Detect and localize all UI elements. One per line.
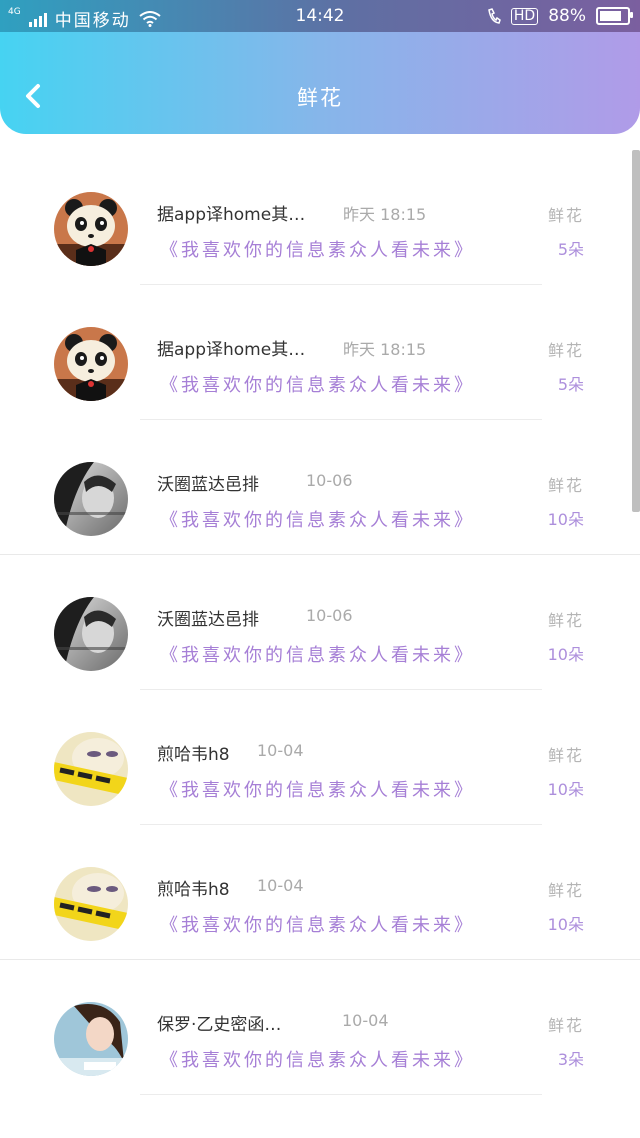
gift-label: 鲜花 <box>547 476 584 495</box>
avatar[interactable] <box>54 1002 128 1076</box>
gift-count: 10朵 <box>547 510 584 529</box>
message-text: 《我喜欢你的信息素众人看未来》 <box>160 510 475 531</box>
timestamp: 10-04 <box>342 1011 389 1030</box>
avatar[interactable] <box>54 597 128 671</box>
gift-label: 鲜花 <box>547 746 584 765</box>
sender-name: 沃圈蓝达邑排 <box>157 475 259 495</box>
list-item[interactable]: 据app译home其… 昨天 18:15 《我喜欢你的信息素众人看未来》 鲜花 5朵 <box>0 285 632 420</box>
hd-badge: HD <box>510 7 539 25</box>
message-text: 《我喜欢你的信息素众人看未来》 <box>160 915 475 936</box>
timestamp: 10-06 <box>306 471 353 490</box>
gift-count: 3朵 <box>557 1050 584 1069</box>
gift-label: 鲜花 <box>547 341 584 360</box>
scrollbar[interactable] <box>632 150 640 512</box>
sender-name: 据app译home其… <box>157 340 306 360</box>
status-bar: 4G 中国移动 14:42 HD 88% <box>0 0 640 32</box>
avatar[interactable] <box>54 462 128 536</box>
battery-percent: 88% <box>548 6 586 26</box>
avatar[interactable] <box>54 867 128 941</box>
gift-label: 鲜花 <box>547 206 584 225</box>
message-text: 《我喜欢你的信息素众人看未来》 <box>160 645 475 666</box>
sender-name: 据app译home其… <box>157 205 306 225</box>
timestamp: 昨天 18:15 <box>343 340 427 359</box>
timestamp: 10-04 <box>257 741 304 760</box>
timestamp: 昨天 18:15 <box>343 205 427 224</box>
message-text: 《我喜欢你的信息素众人看未来》 <box>160 240 475 261</box>
gift-count: 10朵 <box>547 915 584 934</box>
timestamp: 10-04 <box>257 876 304 895</box>
divider <box>140 1094 542 1095</box>
phone-icon <box>488 8 501 24</box>
message-text: 《我喜欢你的信息素众人看未来》 <box>160 1050 475 1071</box>
message-text: 《我喜欢你的信息素众人看未来》 <box>160 375 475 396</box>
gift-label: 鲜花 <box>547 611 584 630</box>
avatar[interactable] <box>54 732 128 806</box>
avatar[interactable] <box>54 327 128 401</box>
sender-name: 煎哈韦h8 <box>157 745 230 765</box>
gift-count: 5朵 <box>557 375 584 394</box>
gift-label: 鲜花 <box>547 881 584 900</box>
list-item[interactable]: 煎哈韦h8 10-04 《我喜欢你的信息素众人看未来》 鲜花 10朵 <box>0 825 640 960</box>
page-title: 鲜花 <box>297 86 343 110</box>
sender-name: 煎哈韦h8 <box>157 880 230 900</box>
list-item[interactable]: 保罗·乙史密函… 10-04 《我喜欢你的信息素众人看未来》 鲜花 3朵 <box>0 960 632 1095</box>
battery-icon <box>596 7 633 25</box>
list-item[interactable]: 沃圈蓝达邑排 10-06 《我喜欢你的信息素众人看未来》 鲜花 10朵 <box>0 555 632 690</box>
gift-count: 10朵 <box>547 645 584 664</box>
message-text: 《我喜欢你的信息素众人看未来》 <box>160 780 475 801</box>
header-bar: 4G 中国移动 14:42 HD 88% 鲜花 <box>0 0 640 134</box>
sender-name: 沃圈蓝达邑排 <box>157 610 259 630</box>
list-item[interactable]: 据app译home其… 昨天 18:15 《我喜欢你的信息素众人看未来》 鲜花 5朵 <box>0 150 632 285</box>
list-item[interactable]: 沃圈蓝达邑排 10-06 《我喜欢你的信息素众人看未来》 鲜花 10朵 <box>0 420 640 555</box>
gift-label: 鲜花 <box>547 1016 584 1035</box>
sender-name: 保罗·乙史密函… <box>157 1015 282 1035</box>
avatar[interactable] <box>54 192 128 266</box>
gift-count: 5朵 <box>557 240 584 259</box>
timestamp: 10-06 <box>306 606 353 625</box>
battery-fill <box>600 11 621 21</box>
gift-list: 据app译home其… 昨天 18:15 《我喜欢你的信息素众人看未来》 鲜花 5朵 据a… <box>0 150 640 1138</box>
gift-count: 10朵 <box>547 780 584 799</box>
list-item[interactable]: 煎哈韦h8 10-04 《我喜欢你的信息素众人看未来》 鲜花 10朵 <box>0 690 632 825</box>
